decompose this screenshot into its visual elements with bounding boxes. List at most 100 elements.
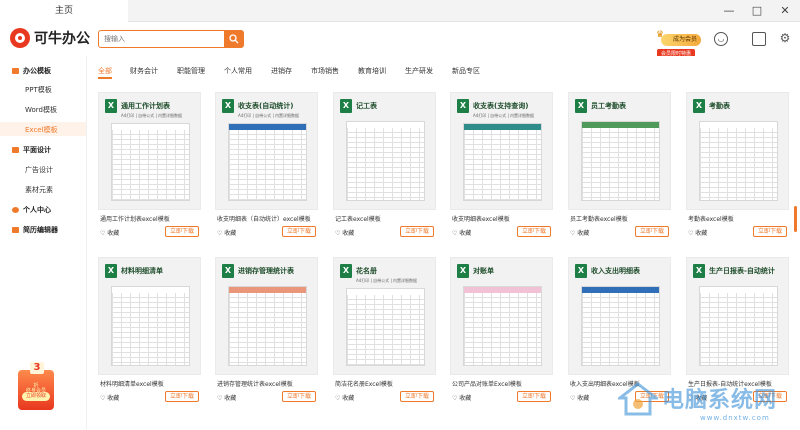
thumbnail-title: 通用工作计划表 <box>121 102 170 110</box>
download-button[interactable]: 立即下载 <box>517 226 551 237</box>
template-thumbnail[interactable]: X 生产日报表-自动统计 <box>686 257 789 375</box>
template-card[interactable]: X 收支表(自动统计) A4打印 | 自带公式 | 内置详细数据收支明细表（自动统计… <box>215 92 318 248</box>
sidebar-group-design[interactable]: 平面设计 <box>12 145 51 155</box>
template-thumbnail[interactable]: X 收支表(自动统计) A4打印 | 自带公式 | 内置详细数据 <box>215 92 318 210</box>
sidebar-group-office[interactable]: 办公模板 <box>12 66 51 76</box>
favorite-button[interactable]: ♡ 收藏 <box>100 393 119 402</box>
download-button[interactable]: 立即下载 <box>400 226 434 237</box>
tab-personal[interactable]: 个人常用 <box>224 66 252 76</box>
tab-education[interactable]: 教育培训 <box>358 66 386 76</box>
template-card[interactable]: X 花名册 A4打印 | 自带公式 | 内置详细数据简洁花名册Excel模板 ♡ 收藏… <box>333 257 436 413</box>
template-thumbnail[interactable]: X 收入支出明细表 <box>568 257 671 375</box>
search-input[interactable] <box>99 31 225 47</box>
sidebar-item-word[interactable]: Word模板 <box>25 105 57 115</box>
template-card[interactable]: X 材料明细清单材料明细清单excel模板 ♡ 收藏 立即下载 <box>98 257 201 413</box>
tab-marketing[interactable]: 市场销售 <box>311 66 339 76</box>
template-title[interactable]: 公司产品对账单Excel模板 <box>452 379 553 388</box>
promo-banner[interactable]: 折 终身会员 立即领取 3 <box>18 362 54 412</box>
template-card[interactable]: X 对账单公司产品对账单Excel模板 ♡ 收藏 立即下载 <box>450 257 553 413</box>
template-title[interactable]: 收支明细表excel模板 <box>452 214 553 223</box>
restore-button[interactable]: □ <box>746 0 768 22</box>
favorite-button[interactable]: ♡ 收藏 <box>688 228 707 237</box>
template-title[interactable]: 考勤表excel模板 <box>688 214 789 223</box>
download-button[interactable]: 立即下载 <box>282 226 316 237</box>
favorite-button[interactable]: ♡ 收藏 <box>570 393 589 402</box>
spreadsheet-preview <box>111 123 190 201</box>
close-button[interactable]: ✕ <box>774 0 796 22</box>
tab-inventory[interactable]: 进销存 <box>271 66 292 76</box>
download-button[interactable]: 立即下载 <box>400 391 434 402</box>
template-thumbnail[interactable]: X 花名册 A4打印 | 自带公式 | 内置详细数据 <box>333 257 436 375</box>
download-button[interactable]: 立即下载 <box>165 226 199 237</box>
tab-finance[interactable]: 财务会计 <box>130 66 158 76</box>
scrollbar-thumb[interactable] <box>794 206 797 232</box>
sheet-header-band <box>347 289 424 295</box>
template-thumbnail[interactable]: X 员工考勤表 <box>568 92 671 210</box>
favorite-button[interactable]: ♡ 收藏 <box>570 228 589 237</box>
spreadsheet-preview <box>699 121 778 201</box>
template-title[interactable]: 记工表excel模板 <box>335 214 436 223</box>
promo-claim-button[interactable]: 立即领取 <box>22 392 50 401</box>
minimize-button[interactable]: — <box>718 0 740 22</box>
monitor-icon[interactable] <box>752 32 766 46</box>
thumbnail-heading: X 收支表(自动统计) <box>222 99 293 113</box>
download-button[interactable]: 立即下载 <box>517 391 551 402</box>
template-thumbnail[interactable]: X 考勤表 <box>686 92 789 210</box>
spreadsheet-preview <box>463 123 542 201</box>
favorite-button[interactable]: ♡ 收藏 <box>335 393 354 402</box>
favorite-button[interactable]: ♡ 收藏 <box>452 228 471 237</box>
template-title[interactable]: 简洁花名册Excel模板 <box>335 379 436 388</box>
sidebar-group-profile[interactable]: 个人中心 <box>12 205 51 215</box>
sidebar-group-resume[interactable]: 简历编辑器 <box>12 225 58 235</box>
favorite-button[interactable]: ♡ 收藏 <box>100 228 119 237</box>
template-card[interactable]: X 记工表记工表excel模板 ♡ 收藏 立即下载 <box>333 92 436 248</box>
thumbnail-title: 花名册 <box>356 267 377 275</box>
sidebar-item-ads[interactable]: 广告设计 <box>25 165 53 175</box>
template-thumbnail[interactable]: X 对账单 <box>450 257 553 375</box>
favorite-button[interactable]: ♡ 收藏 <box>335 228 354 237</box>
template-title[interactable]: 通用工作计划表excel模板 <box>100 214 201 223</box>
template-thumbnail[interactable]: X 收支表(支持查询) A4打印 | 自带公式 | 内置详细数据 <box>450 92 553 210</box>
template-title[interactable]: 进销存管理统计表excel模板 <box>217 379 318 388</box>
tab-new[interactable]: 新品专区 <box>452 66 480 76</box>
favorite-button[interactable]: ♡ 收藏 <box>452 393 471 402</box>
template-card[interactable]: X 通用工作计划表 A4打印 | 自带公式 | 内置详细数据通用工作计划表excel… <box>98 92 201 248</box>
download-button[interactable]: 立即下载 <box>165 391 199 402</box>
thumbnail-title: 对账单 <box>473 267 494 275</box>
template-thumbnail[interactable]: X 通用工作计划表 A4打印 | 自带公式 | 内置详细数据 <box>98 92 201 210</box>
download-button[interactable]: 立即下载 <box>282 391 316 402</box>
tab-production[interactable]: 生产研发 <box>405 66 433 76</box>
favorite-button[interactable]: ♡ 收藏 <box>217 228 236 237</box>
watermark-text: 电脑系统网 <box>662 388 778 413</box>
thumbnail-title: 生产日报表-自动统计 <box>709 267 775 275</box>
template-thumbnail[interactable]: X 进销存管理统计表 <box>215 257 318 375</box>
sidebar-item-assets[interactable]: 素材元素 <box>25 185 53 195</box>
template-title[interactable]: 材料明细清单excel模板 <box>100 379 201 388</box>
template-thumbnail[interactable]: X 记工表 <box>333 92 436 210</box>
template-card[interactable]: X 进销存管理统计表进销存管理统计表excel模板 ♡ 收藏 立即下载 <box>215 257 318 413</box>
app-logo[interactable]: 可牛办公 <box>10 28 90 48</box>
thumbnail-heading: X 员工考勤表 <box>575 99 626 113</box>
settings-icon[interactable]: ⚙ <box>778 32 792 46</box>
search-icon[interactable] <box>224 31 243 47</box>
watermark-url: www.dnxtw.com <box>700 414 770 422</box>
become-vip-button[interactable]: 成为会员 <box>661 34 701 46</box>
download-button[interactable]: 立即下载 <box>635 226 669 237</box>
template-title[interactable]: 员工考勤表excel模板 <box>570 214 671 223</box>
template-title[interactable]: 收支明细表（自动统计）excel模板 <box>217 214 318 223</box>
template-card[interactable]: X 收支表(支持查询) A4打印 | 自带公式 | 内置详细数据收支明细表excel… <box>450 92 553 248</box>
excel-icon: X <box>105 264 117 278</box>
thumbnail-heading: X 记工表 <box>340 99 377 113</box>
tab-all[interactable]: 全部 <box>98 66 112 76</box>
user-icon[interactable]: ◡ <box>714 32 728 46</box>
template-card[interactable]: X 员工考勤表员工考勤表excel模板 ♡ 收藏 立即下载 <box>568 92 671 248</box>
tab-functions[interactable]: 职能管理 <box>177 66 205 76</box>
download-button[interactable]: 立即下载 <box>753 226 787 237</box>
template-card[interactable]: X 考勤表考勤表excel模板 ♡ 收藏 立即下载 <box>686 92 789 248</box>
sidebar-item-excel[interactable]: Excel模板 <box>25 125 58 135</box>
thumbnail-subtitle: A4打印 | 自带公式 | 内置详细数据 <box>473 113 535 118</box>
template-thumbnail[interactable]: X 材料明细清单 <box>98 257 201 375</box>
tab-home[interactable]: 主页 <box>0 0 128 22</box>
favorite-button[interactable]: ♡ 收藏 <box>217 393 236 402</box>
sidebar-item-ppt[interactable]: PPT模板 <box>25 85 52 95</box>
